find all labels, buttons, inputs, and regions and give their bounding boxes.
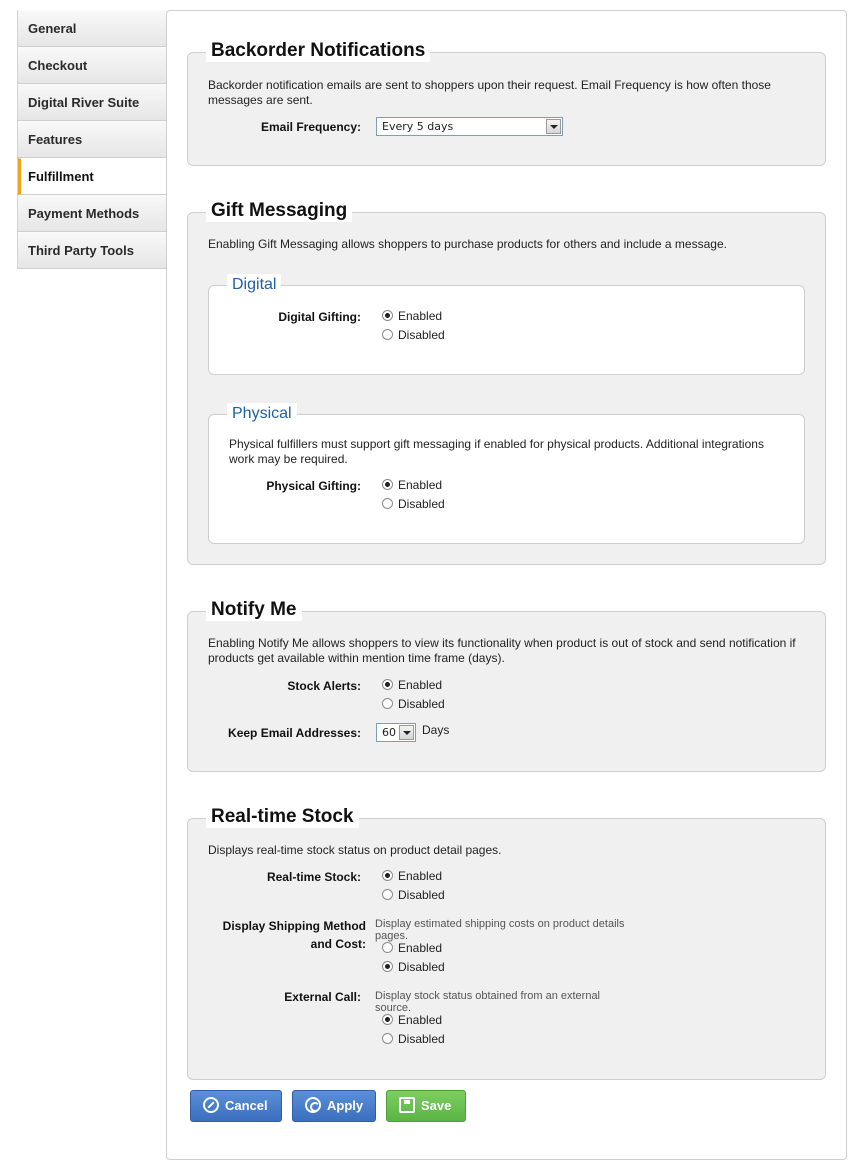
radio-label: Enabled bbox=[398, 678, 443, 692]
section-title: Notify Me bbox=[206, 599, 302, 621]
settings-sidebar: General Checkout Digital River Suite Fea… bbox=[17, 10, 167, 269]
section-description: Displays real-time stock status on produ… bbox=[208, 843, 502, 857]
radio-selected-icon bbox=[382, 1014, 393, 1025]
floppy-disk-icon bbox=[399, 1097, 415, 1113]
chevron-down-icon bbox=[399, 725, 414, 740]
email-frequency-label: Email Frequency: bbox=[260, 120, 361, 134]
keep-email-days-select[interactable]: 60 bbox=[376, 723, 416, 742]
cancel-icon bbox=[203, 1097, 219, 1113]
real-time-stock-enabled-radio[interactable]: Enabled bbox=[382, 868, 442, 885]
external-call-label: External Call: bbox=[284, 990, 361, 1004]
gift-messaging-section: Gift Messaging Enabling Gift Messaging a… bbox=[187, 200, 826, 565]
chevron-down-icon bbox=[546, 119, 561, 134]
digital-subsection: Digital Digital Gifting: Enabled Disable… bbox=[208, 274, 805, 375]
radio-label: Disabled bbox=[398, 888, 445, 902]
keep-email-addresses-label: Keep Email Addresses: bbox=[228, 726, 361, 740]
sidebar-item-payment-methods[interactable]: Payment Methods bbox=[18, 195, 167, 232]
display-shipping-disabled-radio[interactable]: Disabled bbox=[382, 959, 445, 976]
sidebar-item-fulfillment[interactable]: Fulfillment bbox=[18, 158, 167, 195]
radio-label: Disabled bbox=[398, 960, 445, 974]
radio-label: Enabled bbox=[398, 869, 443, 883]
physical-gifting-label: Physical Gifting: bbox=[266, 479, 361, 493]
radio-unselected-icon bbox=[382, 329, 393, 340]
keep-email-days-value: 60 bbox=[382, 726, 396, 739]
radio-unselected-icon bbox=[382, 889, 393, 900]
button-label: Save bbox=[421, 1098, 452, 1113]
digital-gifting-disabled-radio[interactable]: Disabled bbox=[382, 327, 445, 344]
button-label: Cancel bbox=[225, 1098, 268, 1113]
external-call-disabled-radio[interactable]: Disabled bbox=[382, 1031, 445, 1048]
main-panel: Backorder Notifications Backorder notifi… bbox=[166, 10, 847, 1160]
button-label: Apply bbox=[327, 1098, 364, 1113]
display-shipping-method-label: Display Shipping Method and Cost: bbox=[222, 919, 366, 951]
subsection-title: Digital bbox=[227, 274, 282, 296]
radio-selected-icon bbox=[382, 479, 393, 490]
radio-unselected-icon bbox=[382, 498, 393, 509]
radio-selected-icon bbox=[382, 310, 393, 321]
notify-me-section: Notify Me Enabling Notify Me allows shop… bbox=[187, 599, 826, 772]
radio-label: Disabled bbox=[398, 1032, 445, 1046]
section-title: Real-time Stock bbox=[206, 806, 359, 828]
digital-gifting-label: Digital Gifting: bbox=[278, 310, 361, 324]
section-title: Gift Messaging bbox=[206, 200, 353, 222]
radio-label: Enabled bbox=[398, 309, 443, 323]
radio-unselected-icon bbox=[382, 942, 393, 953]
real-time-stock-section: Real-time Stock Displays real-time stock… bbox=[187, 806, 826, 1080]
stock-alerts-disabled-radio[interactable]: Disabled bbox=[382, 696, 445, 713]
radio-label: Enabled bbox=[398, 1013, 443, 1027]
radio-unselected-icon bbox=[382, 698, 393, 709]
radio-label: Disabled bbox=[398, 697, 445, 711]
physical-gifting-enabled-radio[interactable]: Enabled bbox=[382, 477, 442, 494]
radio-selected-icon bbox=[382, 870, 393, 881]
physical-subsection: Physical Physical fulfillers must suppor… bbox=[208, 403, 805, 544]
sidebar-item-digital-river-suite[interactable]: Digital River Suite bbox=[18, 84, 167, 121]
digital-gifting-enabled-radio[interactable]: Enabled bbox=[382, 308, 442, 325]
display-shipping-hint: Display estimated shipping costs on prod… bbox=[375, 918, 625, 942]
sidebar-item-general[interactable]: General bbox=[18, 10, 167, 47]
refresh-icon bbox=[305, 1097, 321, 1113]
real-time-stock-label: Real-time Stock: bbox=[266, 870, 361, 884]
sidebar-item-features[interactable]: Features bbox=[18, 121, 167, 158]
external-call-enabled-radio[interactable]: Enabled bbox=[382, 1012, 442, 1029]
radio-label: Enabled bbox=[398, 941, 443, 955]
cancel-button[interactable]: Cancel bbox=[190, 1090, 282, 1122]
days-unit-label: Days bbox=[422, 723, 450, 737]
backorder-notifications-section: Backorder Notifications Backorder notifi… bbox=[187, 40, 826, 166]
email-frequency-value: Every 5 days bbox=[382, 120, 454, 133]
external-call-hint: Display stock status obtained from an ex… bbox=[375, 990, 601, 1014]
radio-selected-icon bbox=[382, 961, 393, 972]
stock-alerts-enabled-radio[interactable]: Enabled bbox=[382, 677, 442, 694]
radio-selected-icon bbox=[382, 679, 393, 690]
section-description: Enabling Gift Messaging allows shoppers … bbox=[208, 237, 727, 251]
email-frequency-select[interactable]: Every 5 days bbox=[376, 117, 563, 136]
subsection-title: Physical bbox=[227, 403, 297, 425]
sidebar-item-checkout[interactable]: Checkout bbox=[18, 47, 167, 84]
radio-label: Enabled bbox=[398, 478, 443, 492]
apply-button[interactable]: Apply bbox=[292, 1090, 376, 1122]
real-time-stock-disabled-radio[interactable]: Disabled bbox=[382, 887, 445, 904]
subsection-description: Physical fulfillers must support gift me… bbox=[229, 437, 764, 466]
section-title: Backorder Notifications bbox=[206, 40, 431, 62]
section-description: Backorder notification emails are sent t… bbox=[208, 78, 771, 107]
save-button[interactable]: Save bbox=[386, 1090, 466, 1122]
sidebar-item-third-party-tools[interactable]: Third Party Tools bbox=[18, 232, 167, 269]
physical-gifting-disabled-radio[interactable]: Disabled bbox=[382, 496, 445, 513]
radio-unselected-icon bbox=[382, 1033, 393, 1044]
section-description: Enabling Notify Me allows shoppers to vi… bbox=[208, 636, 796, 665]
radio-label: Disabled bbox=[398, 497, 445, 511]
stock-alerts-label: Stock Alerts: bbox=[287, 679, 361, 693]
display-shipping-enabled-radio[interactable]: Enabled bbox=[382, 940, 442, 957]
radio-label: Disabled bbox=[398, 328, 445, 342]
